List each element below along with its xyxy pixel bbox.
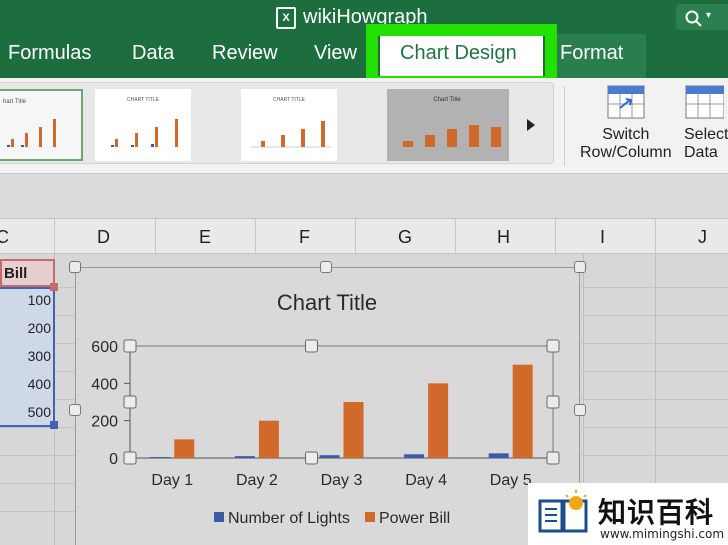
bar-number-of-lights [488, 453, 509, 458]
watermark-url: www.mimingshi.com [600, 527, 725, 541]
plot-resize-handle [123, 395, 137, 409]
bar-power-bill [174, 439, 195, 458]
book-lightbulb-icon [538, 490, 588, 533]
y-tick-label: 600 [91, 339, 118, 356]
legend-swatch-lights [214, 512, 224, 522]
plot-resize-handle [123, 451, 137, 465]
bar-number-of-lights [150, 457, 171, 458]
bar-power-bill [343, 402, 364, 458]
bar-power-bill [258, 420, 279, 458]
x-tick-label: Day 3 [321, 472, 363, 489]
x-tick-label: Day 5 [490, 472, 532, 489]
legend-item-lights: Number of Lights [214, 510, 350, 528]
x-tick-label: Day 4 [405, 472, 447, 489]
x-tick-label: Day 1 [151, 472, 193, 489]
bar-number-of-lights [404, 454, 425, 458]
plot-resize-handle [546, 395, 560, 409]
legend-label-lights: Number of Lights [228, 510, 350, 527]
y-tick-label: 0 [109, 451, 118, 468]
bar-power-bill [512, 364, 533, 458]
plot-resize-handle [546, 451, 560, 465]
legend-label-power-bill: Power Bill [379, 510, 451, 527]
plot-resize-handle [305, 451, 318, 465]
legend-swatch-power-bill [365, 512, 375, 522]
plot-resize-handle [305, 339, 318, 353]
y-tick-label: 400 [91, 376, 118, 393]
bar-power-bill [428, 383, 449, 458]
bar-number-of-lights [319, 455, 340, 458]
plot-resize-handle [123, 339, 137, 353]
y-tick-label: 200 [91, 414, 118, 431]
x-tick-label: Day 2 [236, 472, 278, 489]
legend-item-power-bill: Power Bill [365, 510, 450, 528]
watermark-name: 知识百科 [598, 496, 715, 529]
watermark: 知识百科 www.mimingshi.com [528, 483, 728, 545]
excel-window: X wikiHowgraph ▾ Formulas Data Review Vi… [0, 0, 728, 545]
plot-resize-handle [546, 339, 560, 353]
bar-number-of-lights [234, 456, 255, 458]
chart-plot: 0 200 400 600 Day 1 Day 2 Day 3 Day 4 Day 5 [91, 339, 560, 489]
